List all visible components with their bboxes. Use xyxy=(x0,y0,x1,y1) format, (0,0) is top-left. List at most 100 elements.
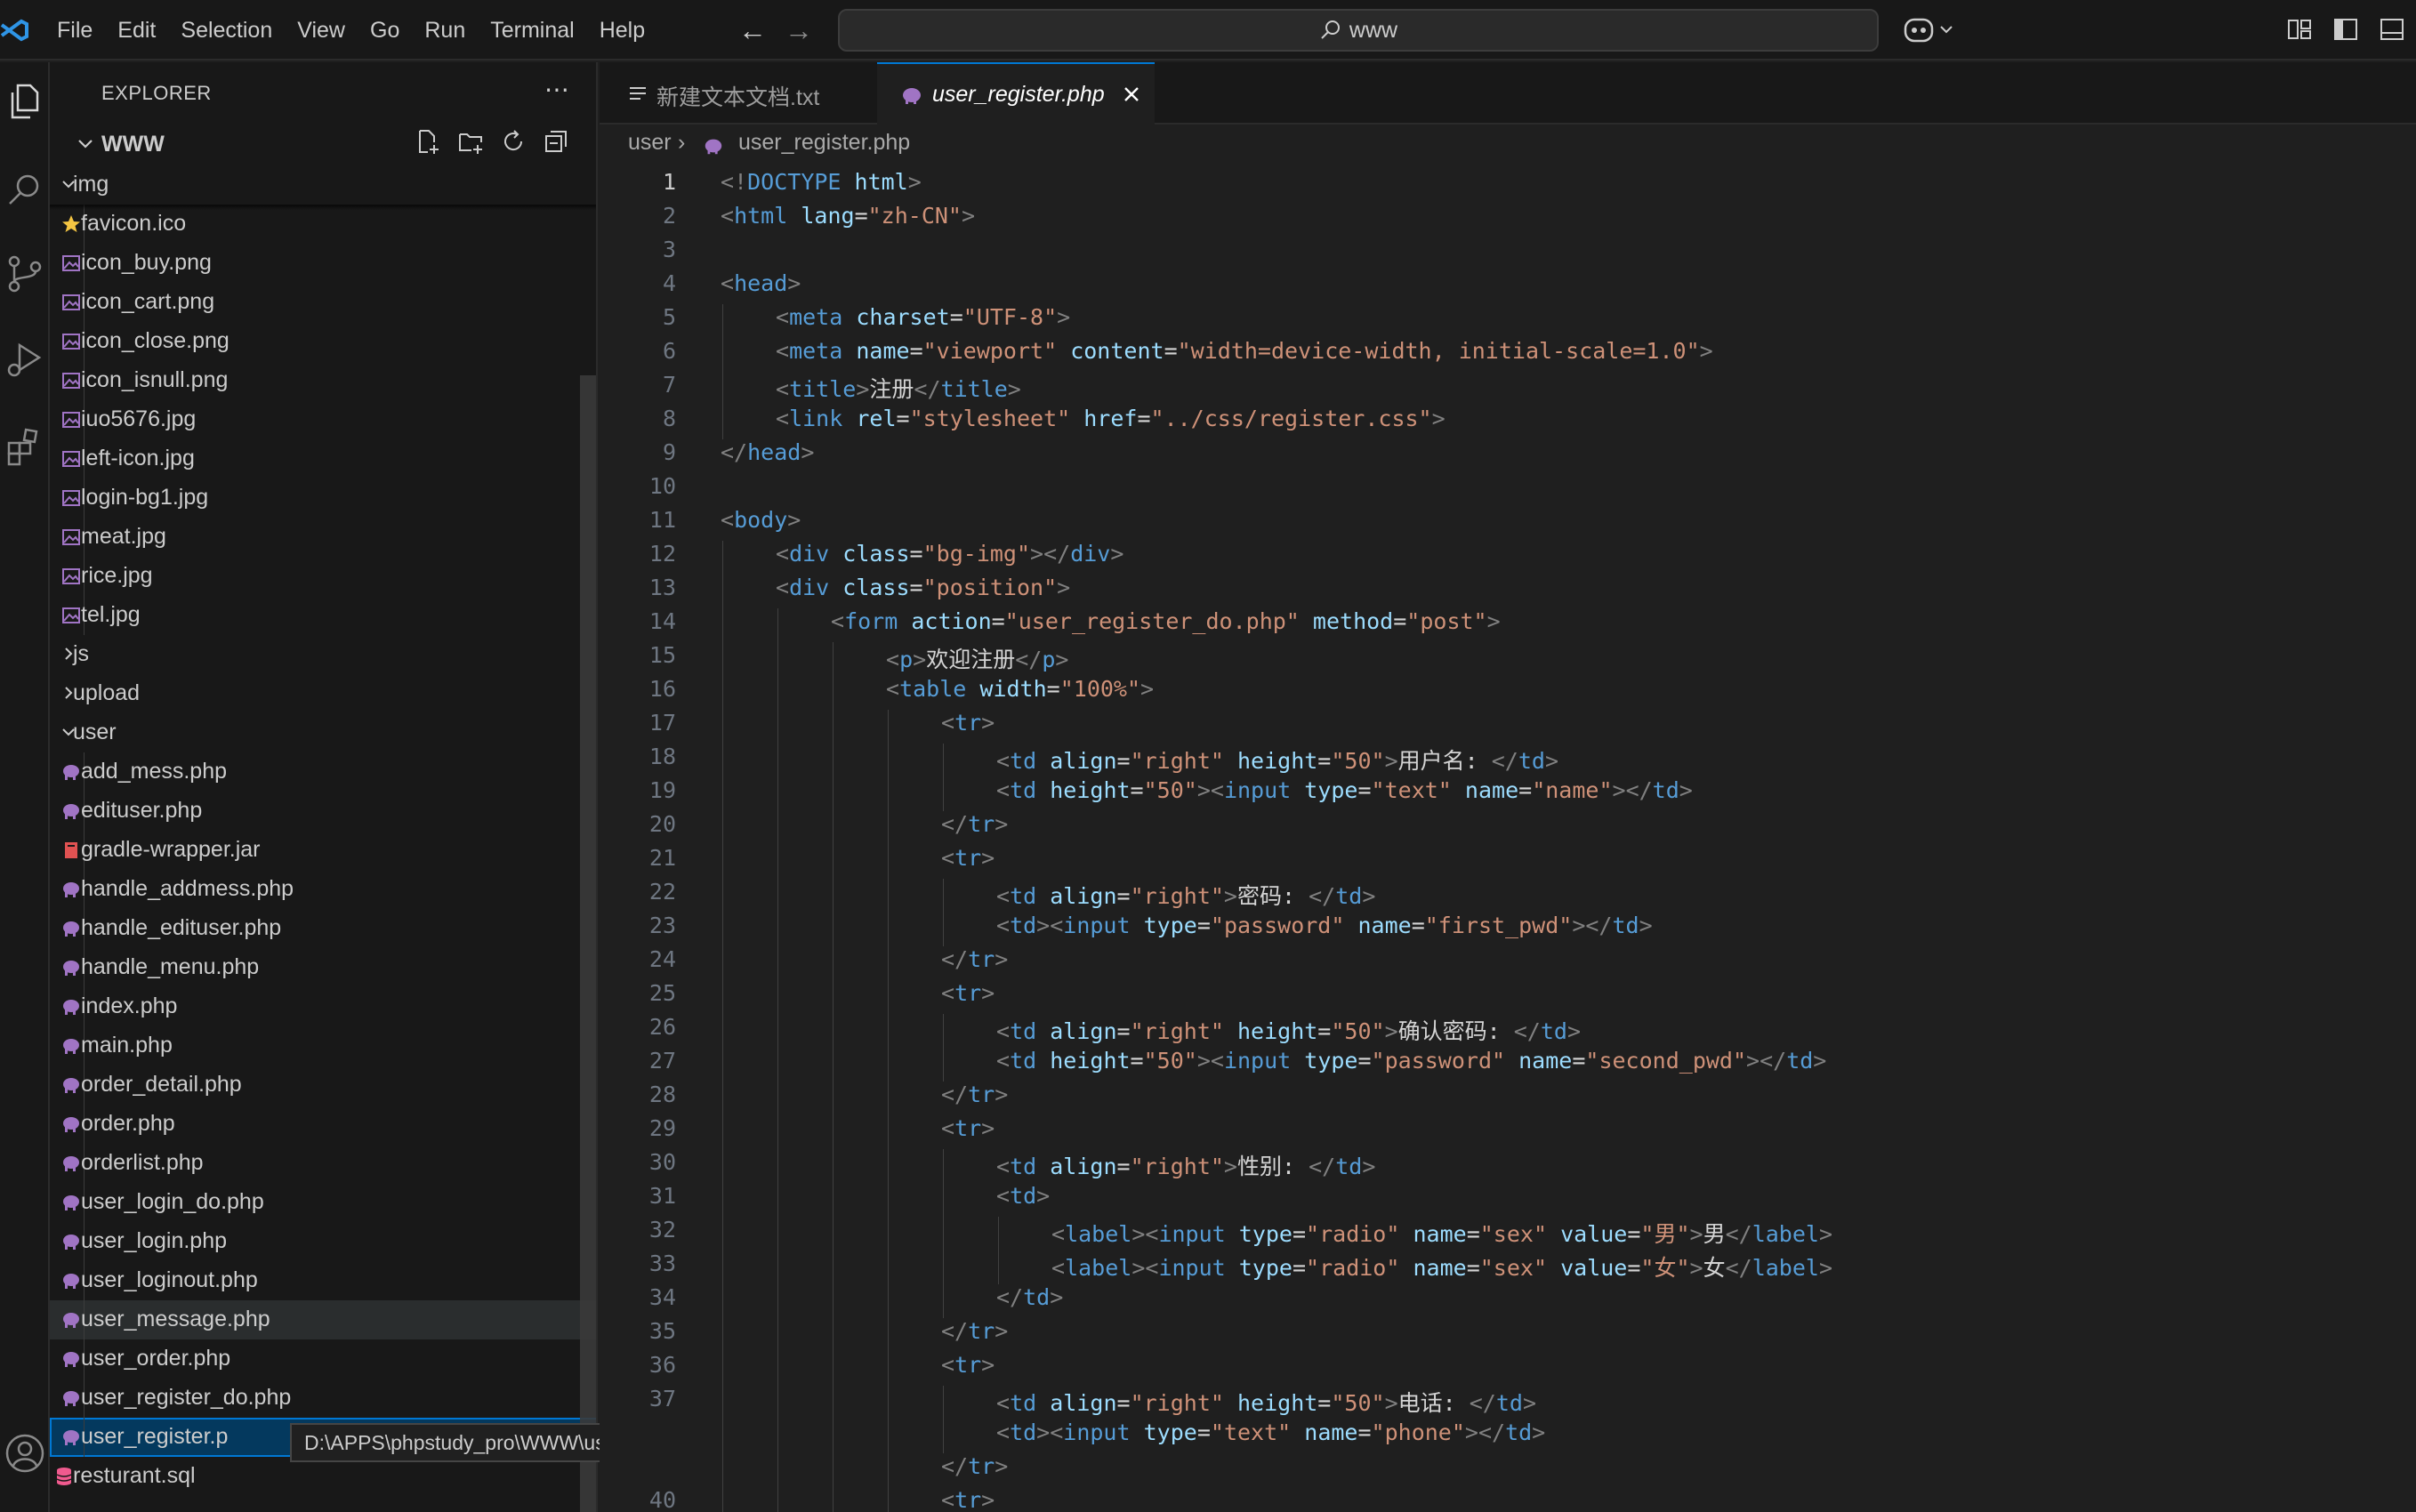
tree-file-row[interactable]: handle_edituser.php xyxy=(50,909,596,948)
code-line[interactable]: <label><input type="radio" name="sex" va… xyxy=(1051,1217,1832,1249)
search-icon[interactable] xyxy=(4,169,46,212)
code-line[interactable]: </tr> xyxy=(941,1318,1008,1344)
code-line[interactable]: <td align="right" height="50">确认密码: </td… xyxy=(996,1014,1581,1046)
tree-file-row[interactable]: user_message.php xyxy=(50,1300,596,1339)
refresh-icon[interactable] xyxy=(500,128,527,155)
code-line[interactable]: <td height="50"><input type="password" n… xyxy=(996,1048,1826,1074)
tree-file-row[interactable]: order.php xyxy=(50,1105,596,1144)
code-line[interactable]: <body> xyxy=(721,507,801,533)
code-line[interactable]: <p>欢迎注册</p> xyxy=(886,642,1068,674)
code-line[interactable]: <table width="100%"> xyxy=(886,676,1154,702)
tree-file-row[interactable]: meat.jpg xyxy=(50,518,596,557)
tree-file-row[interactable]: favicon.ico xyxy=(50,205,596,244)
copilot-icon[interactable] xyxy=(1902,14,1955,46)
code-line[interactable]: <html lang="zh-CN"> xyxy=(721,203,975,229)
code-line[interactable]: <td height="50"><input type="text" name=… xyxy=(996,777,1693,803)
code-line[interactable]: <title>注册</title> xyxy=(776,372,1021,404)
menu-help[interactable]: Help xyxy=(587,0,657,60)
tree-file-row[interactable]: icon_isnull.png xyxy=(50,361,596,400)
menu-go[interactable]: Go xyxy=(358,0,412,60)
code-line[interactable]: <tr> xyxy=(941,1487,995,1512)
code-line[interactable]: <div class="bg-img"></div> xyxy=(776,541,1123,567)
tree-file-row[interactable]: user_order.php xyxy=(50,1339,596,1379)
tree-folder-row[interactable]: img xyxy=(50,165,596,205)
code-line[interactable]: <td align="right" height="50">用户名: </td> xyxy=(996,744,1558,776)
code-line[interactable]: <tr> xyxy=(941,1115,995,1141)
forward-arrow-icon[interactable]: → xyxy=(781,12,817,48)
explorer-root-folder[interactable]: WWW xyxy=(50,126,596,165)
code-line[interactable]: <label><input type="radio" name="sex" va… xyxy=(1051,1251,1832,1283)
customize-layout-icon[interactable] xyxy=(2286,16,2313,43)
explorer-files-icon[interactable] xyxy=(4,80,46,123)
menu-file[interactable]: File xyxy=(44,0,105,60)
code-line[interactable]: <head> xyxy=(721,270,801,296)
run-and-debug-icon[interactable] xyxy=(4,338,46,381)
tree-file-row[interactable]: icon_close.png xyxy=(50,322,596,361)
tree-file-row[interactable]: handle_addmess.php xyxy=(50,870,596,909)
tree-file-row[interactable]: iuo5676.jpg xyxy=(50,400,596,439)
code-line[interactable]: <td align="right">密码: </td> xyxy=(996,879,1375,911)
menu-run[interactable]: Run xyxy=(412,0,478,60)
menu-terminal[interactable]: Terminal xyxy=(478,0,586,60)
tree-file-row[interactable]: edituser.php xyxy=(50,792,596,831)
code-line[interactable]: <!DOCTYPE html> xyxy=(721,169,922,195)
code-line[interactable]: </tr> xyxy=(941,1082,1008,1107)
tree-file-row[interactable]: orderlist.php xyxy=(50,1144,596,1183)
close-icon[interactable] xyxy=(1119,82,1144,107)
tree-file-row[interactable]: user_login.php xyxy=(50,1222,596,1261)
tree-folder-row[interactable]: user xyxy=(50,713,596,752)
code-line[interactable]: <meta name="viewport" content="width=dev… xyxy=(776,338,1713,364)
code-line[interactable]: <td><input type="password" name="first_p… xyxy=(996,913,1653,938)
code-line[interactable]: <form action="user_register_do.php" meth… xyxy=(831,608,1501,634)
extensions-icon[interactable] xyxy=(4,425,46,468)
tree-file-row[interactable]: gradle-wrapper.jar xyxy=(50,831,596,870)
code-line[interactable]: </td> xyxy=(996,1284,1063,1310)
source-control-icon[interactable] xyxy=(4,253,46,295)
code-line[interactable]: <tr> xyxy=(941,845,995,871)
back-arrow-icon[interactable]: ← xyxy=(735,12,770,48)
code-line[interactable]: </tr> xyxy=(941,811,1008,837)
breadcrumb-file[interactable]: user_register.php xyxy=(738,130,910,156)
command-center-search[interactable]: www xyxy=(838,9,1879,52)
code-line[interactable]: <td align="right">性别: </td> xyxy=(996,1149,1375,1181)
tree-file-row[interactable]: user_loginout.php xyxy=(50,1261,596,1300)
tree-file-row[interactable]: left-icon.jpg xyxy=(50,439,596,479)
tree-file-row[interactable]: index.php xyxy=(50,987,596,1026)
tree-file-row[interactable]: user_register_do.php xyxy=(50,1379,596,1418)
new-file-icon[interactable] xyxy=(415,128,441,155)
collapse-all-icon[interactable] xyxy=(543,128,569,155)
toggle-panel-icon[interactable] xyxy=(2379,16,2405,43)
account-icon[interactable] xyxy=(4,1432,46,1475)
menu-view[interactable]: View xyxy=(285,0,358,60)
tree-file-row[interactable]: rice.jpg xyxy=(50,557,596,596)
new-folder-icon[interactable] xyxy=(457,128,484,155)
tab-user-register-php[interactable]: user_register.php xyxy=(877,62,1155,126)
tree-file-row[interactable]: tel.jpg xyxy=(50,596,596,635)
tree-file-row[interactable]: login-bg1.jpg xyxy=(50,479,596,518)
breadcrumb-folder[interactable]: user xyxy=(628,130,672,156)
code-line[interactable]: <link rel="stylesheet" href="../css/regi… xyxy=(776,406,1446,431)
tree-file-row[interactable]: handle_menu.php xyxy=(50,948,596,987)
code-line[interactable]: <td><input type="text" name="phone"></td… xyxy=(996,1420,1545,1445)
tree-file-row[interactable]: resturant.sql xyxy=(50,1457,596,1496)
code-line[interactable]: </tr> xyxy=(941,946,1008,972)
menu-selection[interactable]: Selection xyxy=(168,0,285,60)
code-line[interactable]: <td align="right" height="50">电话: </td> xyxy=(996,1386,1536,1418)
code-line[interactable]: </head> xyxy=(721,439,814,465)
tree-folder-row[interactable]: js xyxy=(50,635,596,674)
toggle-primary-sidebar-icon[interactable] xyxy=(2332,16,2359,43)
code-line[interactable]: <tr> xyxy=(941,980,995,1006)
tree-file-row[interactable]: main.php xyxy=(50,1026,596,1066)
code-line[interactable]: <meta charset="UTF-8"> xyxy=(776,304,1070,330)
tree-file-row[interactable]: add_mess.php xyxy=(50,752,596,792)
menu-edit[interactable]: Edit xyxy=(105,0,168,60)
code-line[interactable]: </tr> xyxy=(941,1453,1008,1479)
tree-file-row[interactable]: user_login_do.php xyxy=(50,1183,596,1222)
tree-file-row[interactable]: order_detail.php xyxy=(50,1066,596,1105)
code-editor[interactable]: 1 <!DOCTYPE html> 2 <html lang="zh-CN"> 3 4 <h… xyxy=(600,165,2416,1512)
explorer-scrollbar[interactable] xyxy=(580,375,596,1512)
code-line[interactable]: <tr> xyxy=(941,710,995,736)
tree-folder-row[interactable]: upload xyxy=(50,674,596,713)
code-line[interactable]: <div class="position"> xyxy=(776,575,1070,600)
tree-file-row[interactable]: icon_buy.png xyxy=(50,244,596,283)
